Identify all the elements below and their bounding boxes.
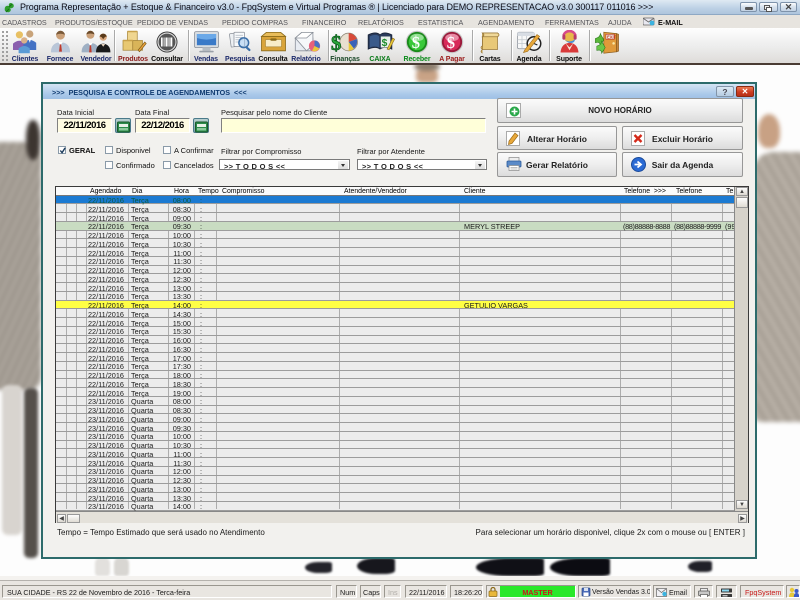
svg-text:$: $ bbox=[382, 38, 388, 49]
svg-text:$: $ bbox=[331, 33, 341, 54]
svg-text:EXIT: EXIT bbox=[607, 35, 617, 40]
svg-text:$: $ bbox=[447, 33, 455, 52]
svg-text:$: $ bbox=[412, 33, 420, 52]
